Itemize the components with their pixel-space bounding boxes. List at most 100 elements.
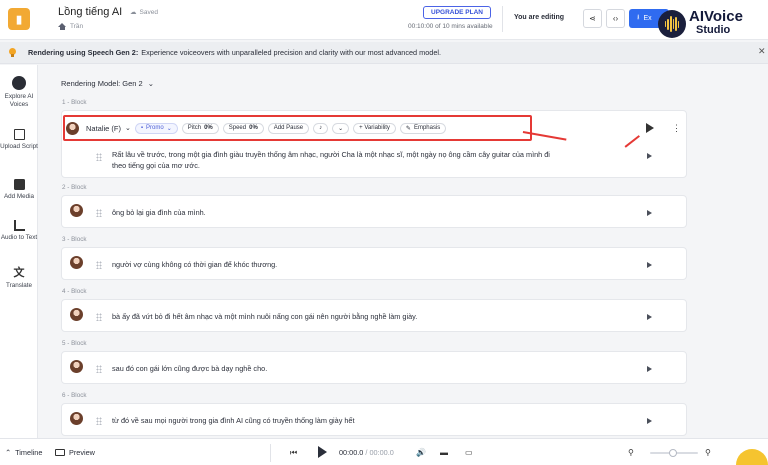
time-display: 00:00.0 / 00:00.0 — [339, 448, 394, 457]
close-icon[interactable]: ✕ — [758, 46, 766, 57]
play-sentence-icon[interactable] — [647, 366, 652, 372]
preview-label: Preview — [69, 448, 95, 457]
block-text-line: Rất lâu về trước, trong một gia đình già… — [112, 150, 550, 159]
block-text-line: theo tiếng gọi của mơ ước. — [112, 161, 200, 170]
timeline-toggle[interactable]: ⌃ Timeline — [5, 448, 42, 457]
image-icon — [13, 179, 25, 190]
volume-icon[interactable]: 🔊 — [416, 448, 426, 457]
breadcrumb-label: Trần — [70, 23, 84, 30]
chevron-up-icon: ⌃ — [5, 448, 12, 457]
block-text[interactable]: người vợ cùng không có thời gian để khóc… — [112, 259, 277, 270]
chat-support-button[interactable] — [736, 449, 768, 465]
chevron-down-icon: ⌄ — [147, 79, 155, 88]
time-total: / 00:00.0 — [365, 448, 394, 457]
header-divider — [502, 6, 503, 32]
sidebar-item-label: Audio to Text — [0, 234, 38, 241]
download-icon: ⭳ — [637, 14, 640, 21]
left-sidebar: Explore AI Voices Upload Script Add Medi… — [0, 65, 38, 438]
player-bar: ⌃ Timeline Preview ⏮ 00:00.0 / 00:00.0 🔊… — [0, 438, 768, 465]
block-label: 6 - Block — [62, 392, 87, 399]
skip-back-icon[interactable]: ⏮ — [290, 448, 297, 458]
top-bar: ▮ Lồng tiếng AI ☁ Saved Trần UPGRADE PLA… — [0, 0, 768, 40]
voice-avatar[interactable] — [70, 412, 83, 425]
saved-status: ☁ Saved — [130, 8, 158, 17]
voice-avatar[interactable] — [70, 204, 83, 217]
embed-button[interactable]: ‹› — [606, 9, 625, 28]
timeline-label: Timeline — [15, 448, 43, 457]
soundwave-logo-icon — [658, 10, 686, 38]
voice-avatar[interactable] — [70, 256, 83, 269]
block-label: 5 - Block — [62, 340, 87, 347]
sidebar-item-label: Explore AI Voices — [4, 93, 34, 108]
play-sentence-icon[interactable] — [647, 314, 652, 320]
preview-icon — [55, 449, 65, 456]
block-text[interactable]: bà ấy đã vứt bỏ đi hết âm nhạc và một mì… — [112, 311, 417, 322]
drag-handle-icon[interactable] — [96, 365, 102, 373]
block-card[interactable]: người vợ cùng không có thời gian để khóc… — [61, 247, 687, 280]
app-logo[interactable]: ▮ — [8, 8, 30, 30]
share-button[interactable]: ⋖ — [583, 9, 602, 28]
more-vertical-icon[interactable]: ⋮ — [672, 124, 681, 133]
voice-avatar[interactable] — [70, 360, 83, 373]
brand-name: AIVoice — [689, 8, 743, 25]
document-icon — [13, 129, 25, 140]
notice-text: Experience voiceovers with unparalleled … — [141, 48, 442, 57]
audio-text-icon — [13, 220, 25, 231]
block-label: 3 - Block — [62, 236, 87, 243]
sidebar-item-audio-to-text[interactable]: Audio to Text — [0, 220, 38, 242]
block-card[interactable]: từ đó về sau mọi người trong gia đình AI… — [61, 403, 687, 436]
drag-handle-icon[interactable] — [96, 209, 102, 217]
project-title[interactable]: Lồng tiếng AI — [58, 6, 122, 18]
play-sentence-icon[interactable] — [647, 153, 652, 159]
block-text[interactable]: sau đó con gái lớn cũng được bà dạy nghề… — [112, 363, 267, 374]
saved-label: Saved — [139, 8, 158, 16]
drag-handle-icon[interactable] — [96, 417, 102, 425]
sidebar-item-add-media[interactable]: Add Media — [0, 179, 38, 201]
home-icon — [58, 23, 66, 30]
clapperboard-icon[interactable]: ▬ — [440, 448, 448, 457]
rendering-model-label: Rendering Model: Gen 2 — [61, 79, 143, 88]
editing-status: You are editing — [514, 14, 565, 21]
play-icon[interactable] — [318, 446, 327, 458]
gen2-notice-bar: Rendering using Speech Gen 2: Experience… — [0, 42, 768, 64]
block-card[interactable]: bà ấy đã vứt bỏ đi hết âm nhạc và một mì… — [61, 299, 687, 332]
breadcrumb[interactable]: Trần — [58, 23, 83, 30]
subtitle-icon[interactable]: ▭ — [465, 448, 473, 457]
code-icon: ‹› — [612, 14, 619, 23]
block-card[interactable]: sau đó con gái lớn cũng được bà dạy nghề… — [61, 351, 687, 384]
block-card[interactable]: ông bỏ lại gia đình của mình. — [61, 195, 687, 228]
time-current: 00:00.0 — [339, 448, 364, 457]
voice-avatar-icon — [12, 76, 26, 90]
drag-handle-icon[interactable] — [96, 313, 102, 321]
zoom-slider-handle[interactable] — [669, 449, 677, 457]
sidebar-item-translate[interactable]: 文 Translate — [0, 268, 38, 290]
voice-avatar[interactable] — [70, 308, 83, 321]
play-block-icon[interactable] — [646, 123, 654, 133]
rendering-model-select[interactable]: Rendering Model: Gen 2 ⌄ — [61, 79, 154, 88]
lightbulb-icon — [8, 48, 17, 57]
script-editor: Rendering Model: Gen 2 ⌄ 1 - Block Rất l… — [39, 65, 768, 438]
aivoice-studio-watermark: AIVoice Studio — [658, 8, 768, 40]
upgrade-plan-button[interactable]: UPGRADE PLAN — [423, 6, 492, 19]
block-text[interactable]: từ đó về sau mọi người trong gia đình AI… — [112, 415, 355, 426]
cloud-icon: ☁ — [130, 9, 137, 16]
sidebar-item-label: Translate — [5, 282, 32, 289]
play-sentence-icon[interactable] — [647, 418, 652, 424]
play-sentence-icon[interactable] — [647, 262, 652, 268]
block-label: 4 - Block — [62, 288, 87, 295]
block-text[interactable]: Rất lâu về trước, trong một gia đình già… — [112, 149, 632, 171]
drag-handle-icon[interactable] — [96, 261, 102, 269]
drag-handle-icon[interactable] — [96, 153, 102, 161]
sidebar-item-label: Upload Script — [0, 143, 38, 150]
zoom-out-icon[interactable]: ⚲ — [628, 448, 634, 457]
sidebar-item-label: Add Media — [3, 193, 35, 200]
zoom-in-icon[interactable]: ⚲ — [705, 448, 711, 457]
export-label: Ex — [643, 15, 652, 22]
notice-title: Rendering using Speech Gen 2: — [28, 48, 139, 57]
sidebar-item-upload-script[interactable]: Upload Script — [0, 129, 38, 151]
preview-button[interactable]: Preview — [55, 448, 95, 457]
bottom-divider — [270, 444, 271, 462]
sidebar-item-explore-voices[interactable]: Explore AI Voices — [0, 76, 38, 109]
play-sentence-icon[interactable] — [647, 210, 652, 216]
block-text[interactable]: ông bỏ lại gia đình của mình. — [112, 207, 206, 218]
